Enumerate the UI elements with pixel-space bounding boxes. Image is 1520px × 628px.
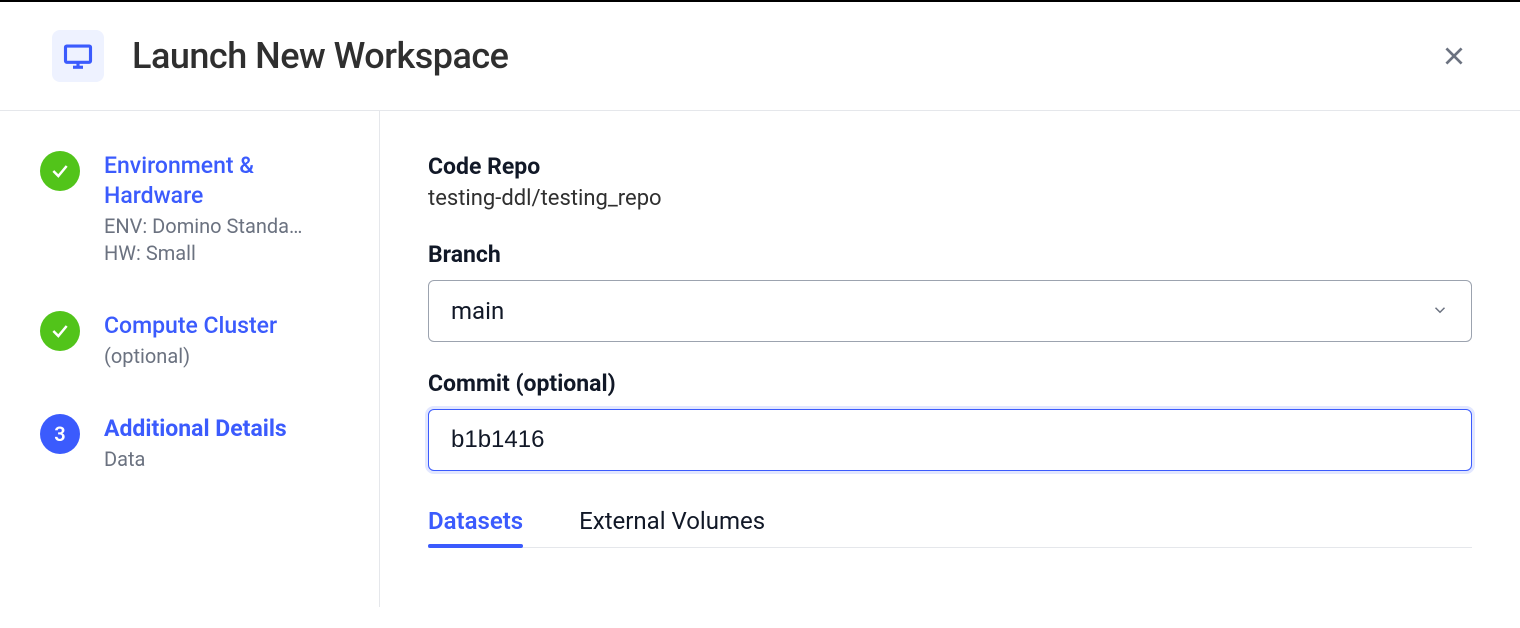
step-body: Compute Cluster (optional) bbox=[104, 311, 277, 370]
tab-datasets[interactable]: Datasets bbox=[428, 507, 523, 547]
commit-field: Commit (optional) bbox=[428, 370, 1472, 471]
main-panel: Code Repo testing-ddl/testing_repo Branc… bbox=[380, 111, 1520, 607]
close-button[interactable] bbox=[1436, 38, 1472, 74]
step-additional-details[interactable]: 3 Additional Details Data bbox=[40, 414, 355, 473]
workspace-monitor-icon bbox=[52, 30, 104, 82]
step-environment-hardware[interactable]: Environment & Hardware ENV: Domino Stand… bbox=[40, 151, 355, 267]
close-icon bbox=[1441, 43, 1467, 69]
step-body: Environment & Hardware ENV: Domino Stand… bbox=[104, 151, 355, 267]
step-title: Additional Details bbox=[104, 414, 287, 444]
step-status-done-icon bbox=[40, 151, 80, 191]
branch-select[interactable]: main bbox=[428, 280, 1472, 342]
step-subtitle: (optional) bbox=[104, 343, 277, 370]
commit-label: Commit (optional) bbox=[428, 370, 1472, 397]
step-body: Additional Details Data bbox=[104, 414, 287, 473]
dialog-body: Environment & Hardware ENV: Domino Stand… bbox=[0, 111, 1520, 607]
code-repo-value: testing-ddl/testing_repo bbox=[428, 186, 1472, 211]
branch-label: Branch bbox=[428, 241, 1472, 268]
branch-field: Branch main bbox=[428, 241, 1472, 342]
code-repo-label: Code Repo bbox=[428, 153, 1472, 180]
step-subtitle: Data bbox=[104, 446, 287, 473]
tab-external-volumes[interactable]: External Volumes bbox=[579, 507, 765, 547]
dialog-title: Launch New Workspace bbox=[132, 35, 508, 77]
steps-sidebar: Environment & Hardware ENV: Domino Stand… bbox=[0, 111, 380, 607]
step-status-done-icon bbox=[40, 311, 80, 351]
step-number-badge: 3 bbox=[40, 414, 80, 454]
branch-select-value: main bbox=[451, 297, 504, 325]
check-icon bbox=[50, 321, 70, 341]
step-title: Compute Cluster bbox=[104, 311, 277, 341]
check-icon bbox=[50, 161, 70, 181]
step-compute-cluster[interactable]: Compute Cluster (optional) bbox=[40, 311, 355, 370]
chevron-down-icon bbox=[1431, 297, 1449, 325]
step-subtitle-hw: HW: Small bbox=[104, 240, 355, 267]
dialog-header: Launch New Workspace bbox=[0, 2, 1520, 111]
step-subtitle-env: ENV: Domino Standa… bbox=[104, 213, 355, 240]
data-tabs: Datasets External Volumes bbox=[428, 507, 1472, 548]
commit-input[interactable] bbox=[428, 409, 1472, 471]
step-title: Environment & Hardware bbox=[104, 151, 355, 211]
